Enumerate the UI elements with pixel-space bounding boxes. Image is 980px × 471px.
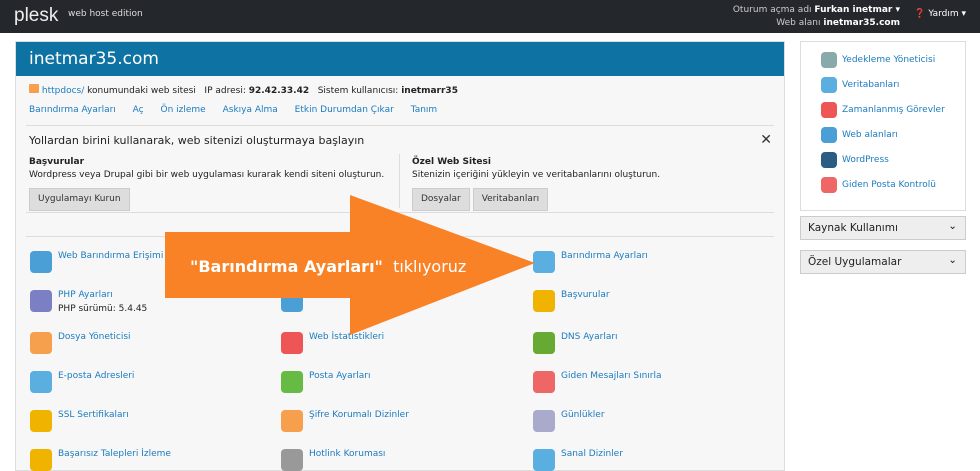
annotation-rest: tıklıyoruz — [393, 257, 467, 276]
annotation-text: "Barındırma Ayarları" tıklıyoruz — [190, 257, 466, 276]
annotation-bold: "Barındırma Ayarları" — [190, 257, 383, 276]
annotation-arrow — [165, 195, 535, 335]
